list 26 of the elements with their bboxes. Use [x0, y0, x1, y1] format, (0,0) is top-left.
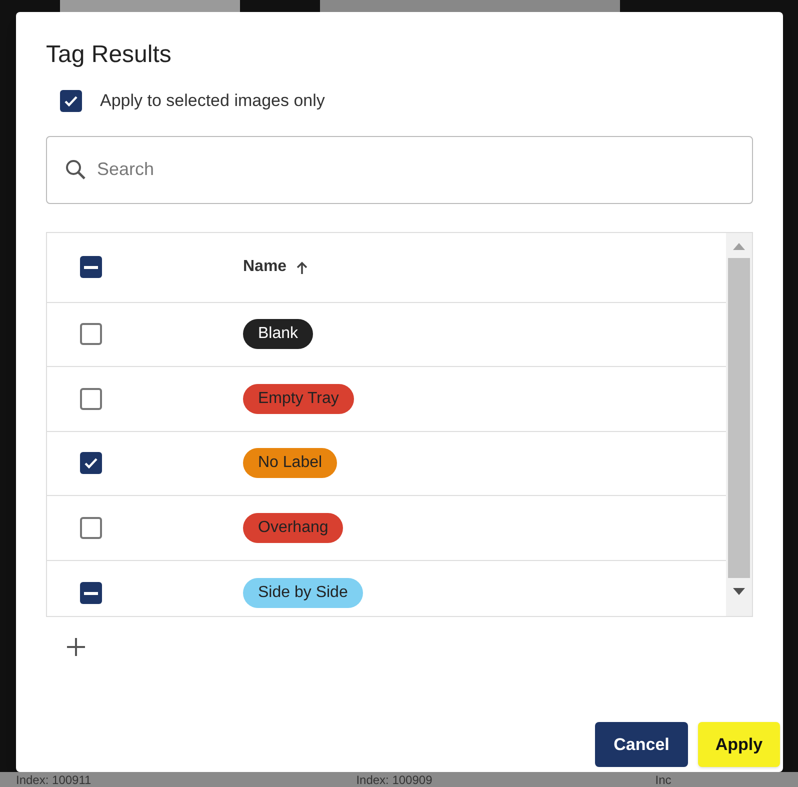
- dialog-title: Tag Results: [46, 41, 172, 69]
- apply-button[interactable]: Apply: [698, 722, 780, 767]
- tag-chip: Empty Tray: [243, 384, 354, 414]
- checkbox[interactable]: [80, 582, 102, 604]
- tag-chip: No Label: [243, 448, 338, 478]
- index-label: Inc: [655, 772, 672, 786]
- scrollbar-thumb[interactable]: [728, 258, 750, 578]
- search-field[interactable]: Search: [46, 136, 753, 204]
- tag-chip: Side by Side: [243, 578, 363, 608]
- checkbox[interactable]: [80, 517, 102, 540]
- search-icon: [64, 158, 88, 182]
- scroll-down-icon[interactable]: [733, 588, 745, 594]
- column-header[interactable]: Name: [243, 255, 287, 279]
- tag-chip: Blank: [243, 319, 314, 350]
- index-label: Index: 100909: [356, 772, 432, 786]
- cancel-button[interactable]: Cancel: [595, 722, 688, 767]
- checkbox[interactable]: [80, 256, 102, 278]
- sort-arrow-icon[interactable]: [294, 260, 309, 274]
- index-label: Index: 100911: [16, 772, 92, 786]
- scrollbar[interactable]: [726, 232, 752, 616]
- tag-chip: Overhang: [243, 513, 344, 544]
- add-icon[interactable]: [66, 636, 86, 656]
- checkbox[interactable]: [60, 90, 82, 112]
- checkbox-label: Apply to selected images only: [100, 90, 325, 112]
- checkbox[interactable]: [80, 388, 102, 410]
- checkbox[interactable]: [80, 323, 102, 346]
